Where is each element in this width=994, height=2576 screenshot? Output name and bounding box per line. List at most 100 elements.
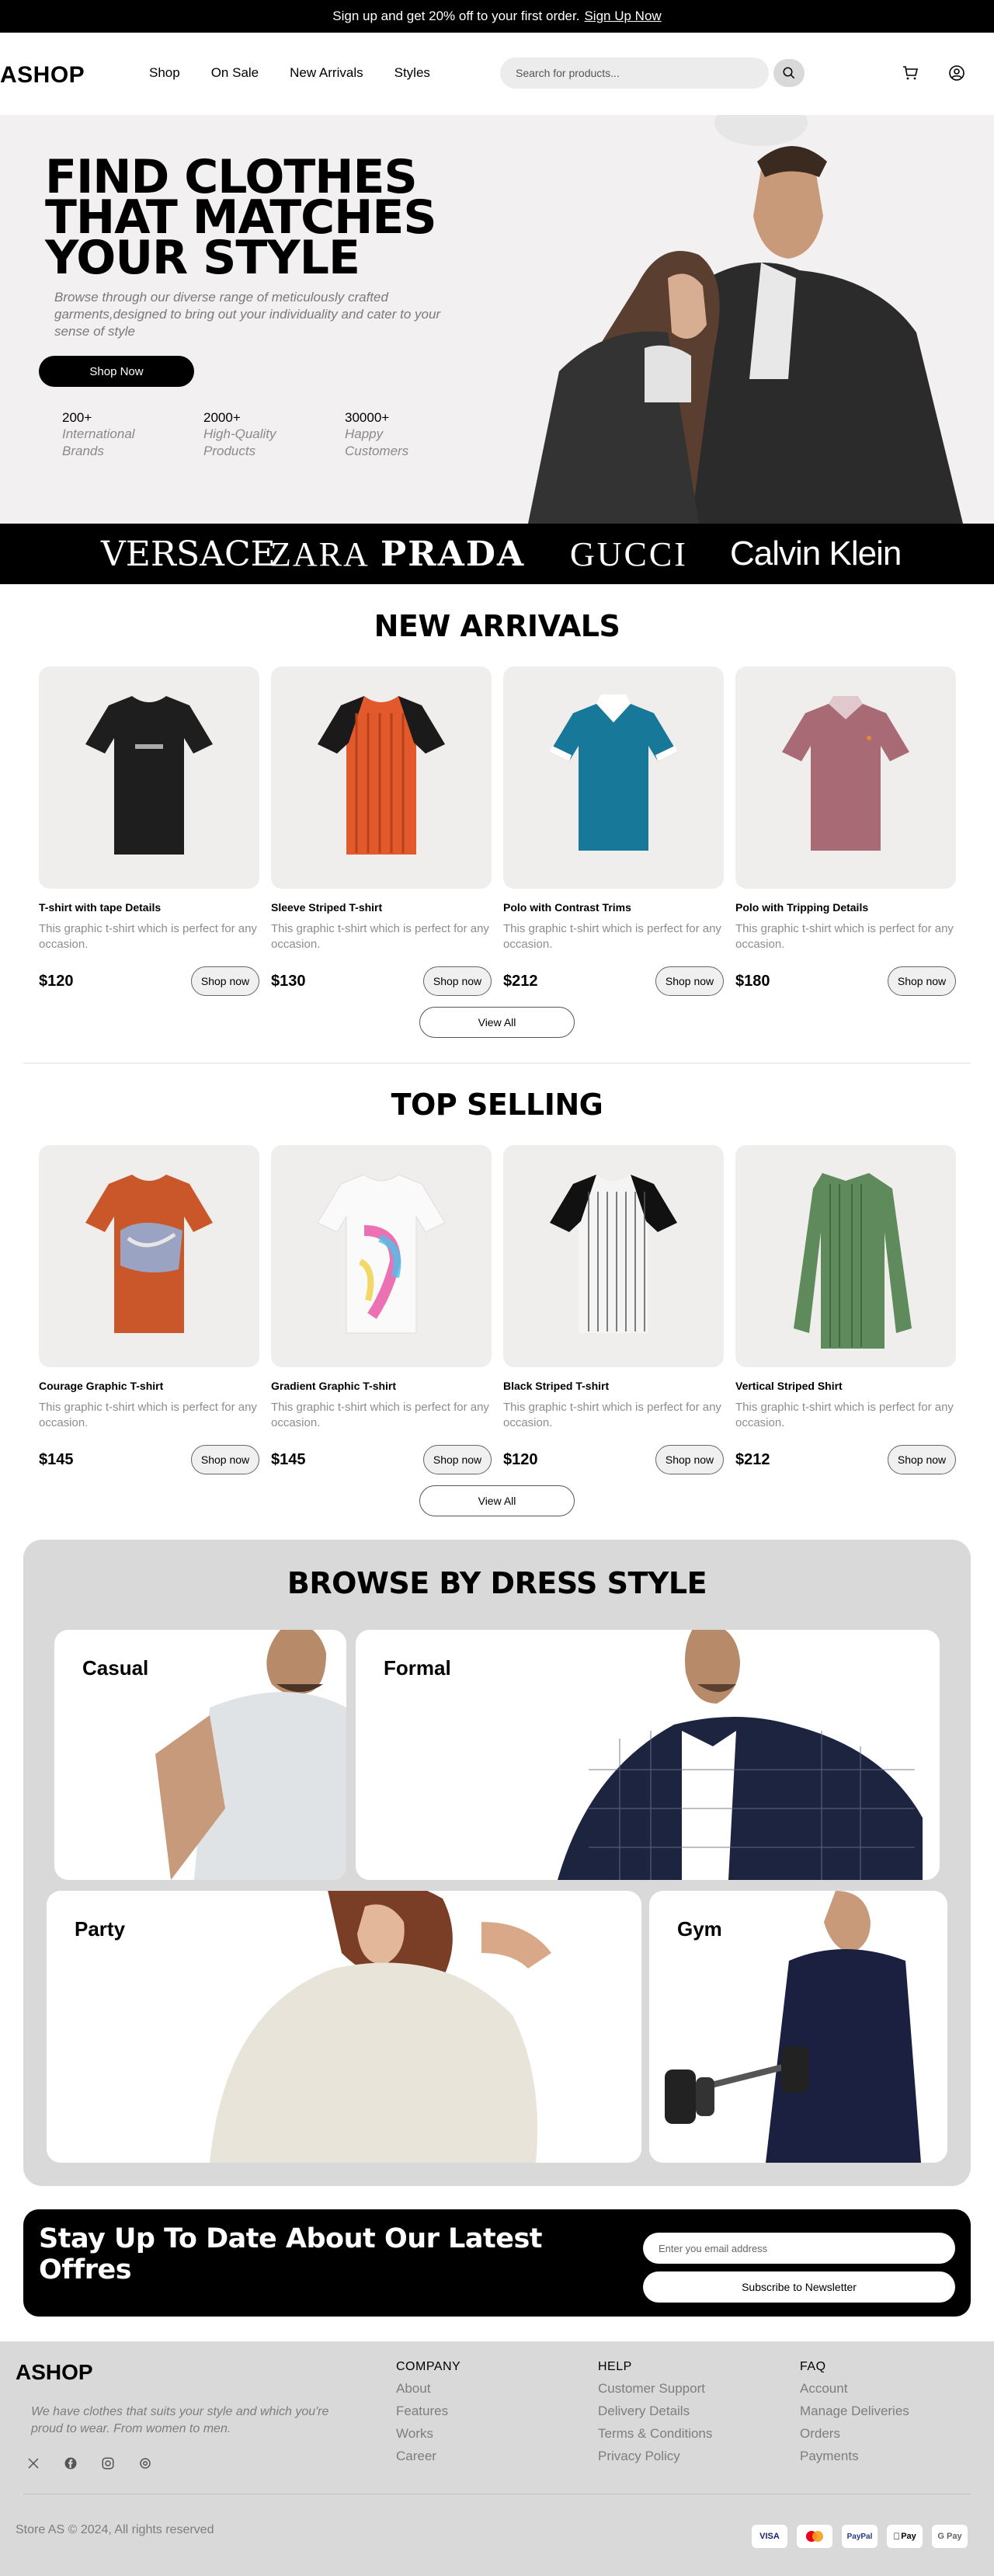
product-image[interactable] <box>503 1145 724 1367</box>
product-image[interactable] <box>271 1145 492 1367</box>
product-card[interactable]: Vertical Striped Shirt This graphic t-sh… <box>735 1145 956 1476</box>
product-name[interactable]: Vertical Striped Shirt <box>735 1380 956 1392</box>
view-all-new-arrivals-button[interactable]: View All <box>419 1007 575 1038</box>
footer-logo[interactable]: ASHOP <box>16 2360 93 2385</box>
newsletter-section: Stay Up To Date About Our Latest Offres … <box>23 2209 971 2317</box>
view-all-top-selling-button[interactable]: View All <box>419 1485 575 1516</box>
footer-col-faq: FAQ Account Manage Deliveries Orders Pay… <box>800 2360 909 2470</box>
product-desc: This graphic t-shirt which is perfect fo… <box>735 922 954 951</box>
shop-now-button[interactable]: Shop now <box>191 1445 259 1474</box>
visa-badge: VISA <box>752 2525 787 2548</box>
main-nav: Shop On Sale New Arrivals Styles <box>149 65 461 81</box>
footer-link[interactable]: About <box>396 2380 461 2397</box>
footer-heading: COMPANY <box>396 2360 461 2373</box>
footer-link[interactable]: Career <box>396 2448 461 2465</box>
stat-number: 30000+ <box>345 410 390 425</box>
brand-gucci: GUCCI <box>570 535 688 573</box>
shop-now-button[interactable]: Shop Now <box>39 356 194 387</box>
hero-title: FIND CLOTHES THAT MATCHES YOUR STYLE <box>45 154 480 281</box>
footer-col-help: HELP Customer Support Delivery Details T… <box>598 2360 712 2470</box>
shop-now-button[interactable]: Shop now <box>888 966 956 996</box>
brand-versace: VERSACE <box>101 534 276 574</box>
user-icon[interactable] <box>947 64 966 82</box>
shop-now-button[interactable]: Shop now <box>423 966 492 996</box>
style-tile-casual[interactable]: Casual <box>54 1630 346 1880</box>
product-card[interactable]: Polo with Tripping Details This graphic … <box>735 667 956 997</box>
subscribe-button[interactable]: Subscribe to Newsletter <box>643 2271 955 2303</box>
site-header: ASHOP Shop On Sale New Arrivals Styles S… <box>0 33 994 115</box>
product-image[interactable] <box>735 1145 956 1367</box>
product-name[interactable]: T-shirt with tape Details <box>39 901 259 914</box>
footer-link[interactable]: Manage Deliveries <box>800 2403 909 2420</box>
footer-link[interactable]: Privacy Policy <box>598 2448 712 2465</box>
social-links <box>26 2456 152 2470</box>
search-input[interactable]: Search for products... <box>500 57 769 89</box>
cart-icon[interactable] <box>901 64 919 82</box>
shop-now-button[interactable]: Shop now <box>423 1445 492 1474</box>
style-tile-gym[interactable]: Gym <box>649 1891 947 2163</box>
product-image[interactable] <box>39 667 259 889</box>
product-card[interactable]: Black Striped T-shirt This graphic t-shi… <box>503 1145 724 1476</box>
product-image[interactable] <box>735 667 956 889</box>
instagram-icon[interactable] <box>101 2456 115 2470</box>
nav-shop[interactable]: Shop <box>149 65 180 81</box>
email-field[interactable]: Enter you email address <box>643 2233 955 2264</box>
google-pay-badge: G Pay <box>932 2525 968 2548</box>
product-card[interactable]: Gradient Graphic T-shirt This graphic t-… <box>271 1145 492 1476</box>
nav-on-sale[interactable]: On Sale <box>211 65 259 81</box>
style-tile-party[interactable]: Party <box>47 1891 641 2163</box>
footer-link[interactable]: Account <box>800 2380 909 2397</box>
footer-link[interactable]: Payments <box>800 2448 909 2465</box>
footer-link[interactable]: Works <box>396 2425 461 2442</box>
product-image[interactable] <box>503 667 724 889</box>
footer-link[interactable]: Customer Support <box>598 2380 712 2397</box>
x-icon[interactable] <box>26 2456 40 2470</box>
hero-subtitle: Browse through our diverse range of meti… <box>54 290 441 339</box>
product-desc: This graphic t-shirt which is perfect fo… <box>503 922 721 951</box>
stat-number: 2000+ <box>203 410 241 425</box>
newsletter-title: Stay Up To Date About Our Latest Offres <box>39 2223 543 2285</box>
top-selling-title: TOP SELLING <box>391 1088 603 1122</box>
search-button[interactable] <box>773 59 805 87</box>
nav-styles[interactable]: Styles <box>394 65 430 81</box>
footer-link[interactable]: Orders <box>800 2425 909 2442</box>
product-name[interactable]: Black Striped T-shirt <box>503 1380 724 1392</box>
logo[interactable]: ASHOP <box>0 62 85 89</box>
product-name[interactable]: Gradient Graphic T-shirt <box>271 1380 492 1392</box>
shop-now-button[interactable]: Shop now <box>655 1445 724 1474</box>
product-name[interactable]: Courage Graphic T-shirt <box>39 1380 259 1392</box>
footer-link[interactable]: Delivery Details <box>598 2403 712 2420</box>
threads-icon[interactable] <box>138 2456 152 2470</box>
product-card[interactable]: Polo with Contrast Trims This graphic t-… <box>503 667 724 997</box>
copyright-text: Store AS © 2024, All rights reserved <box>16 2523 214 2536</box>
product-name[interactable]: Sleeve Striped T-shirt <box>271 901 492 914</box>
style-label: Gym <box>677 1917 722 1941</box>
product-card[interactable]: T-shirt with tape Details This graphic t… <box>39 667 259 997</box>
footer-link[interactable]: Terms & Conditions <box>598 2425 712 2442</box>
shop-now-button[interactable]: Shop now <box>655 966 724 996</box>
nav-new-arrivals[interactable]: New Arrivals <box>290 65 363 81</box>
product-image[interactable] <box>271 667 492 889</box>
hero-section: FIND CLOTHES THAT MATCHES YOUR STYLE Bro… <box>0 115 994 524</box>
product-name[interactable]: Polo with Tripping Details <box>735 901 956 914</box>
shop-now-button[interactable]: Shop now <box>888 1445 956 1474</box>
product-image[interactable] <box>39 1145 259 1367</box>
product-name[interactable]: Polo with Contrast Trims <box>503 901 724 914</box>
browse-title: BROWSE BY DRESS STYLE <box>287 1566 707 1600</box>
stat-customers: 30000+ Happy Customers <box>345 410 474 460</box>
signup-link[interactable]: Sign Up Now <box>584 9 661 24</box>
product-price: $212 <box>735 1451 770 1468</box>
search-icon <box>783 67 795 79</box>
product-card[interactable]: Courage Graphic T-shirt This graphic t-s… <box>39 1145 259 1476</box>
brand-zara: ZARA <box>270 535 370 573</box>
product-card[interactable]: Sleeve Striped T-shirt This graphic t-sh… <box>271 667 492 997</box>
apple-pay-badge: Pay <box>887 2525 923 2548</box>
shop-now-button[interactable]: Shop now <box>191 966 259 996</box>
facebook-icon[interactable] <box>64 2456 78 2470</box>
footer-link[interactable]: Features <box>396 2403 461 2420</box>
stat-brands: 200+ International Brands <box>62 410 191 460</box>
paypal-badge: PayPal <box>842 2525 878 2548</box>
browse-by-style-section: BROWSE BY DRESS STYLE Casual Formal Part… <box>23 1540 971 2186</box>
product-desc: This graphic t-shirt which is perfect fo… <box>271 922 489 951</box>
style-tile-formal[interactable]: Formal <box>356 1630 940 1880</box>
